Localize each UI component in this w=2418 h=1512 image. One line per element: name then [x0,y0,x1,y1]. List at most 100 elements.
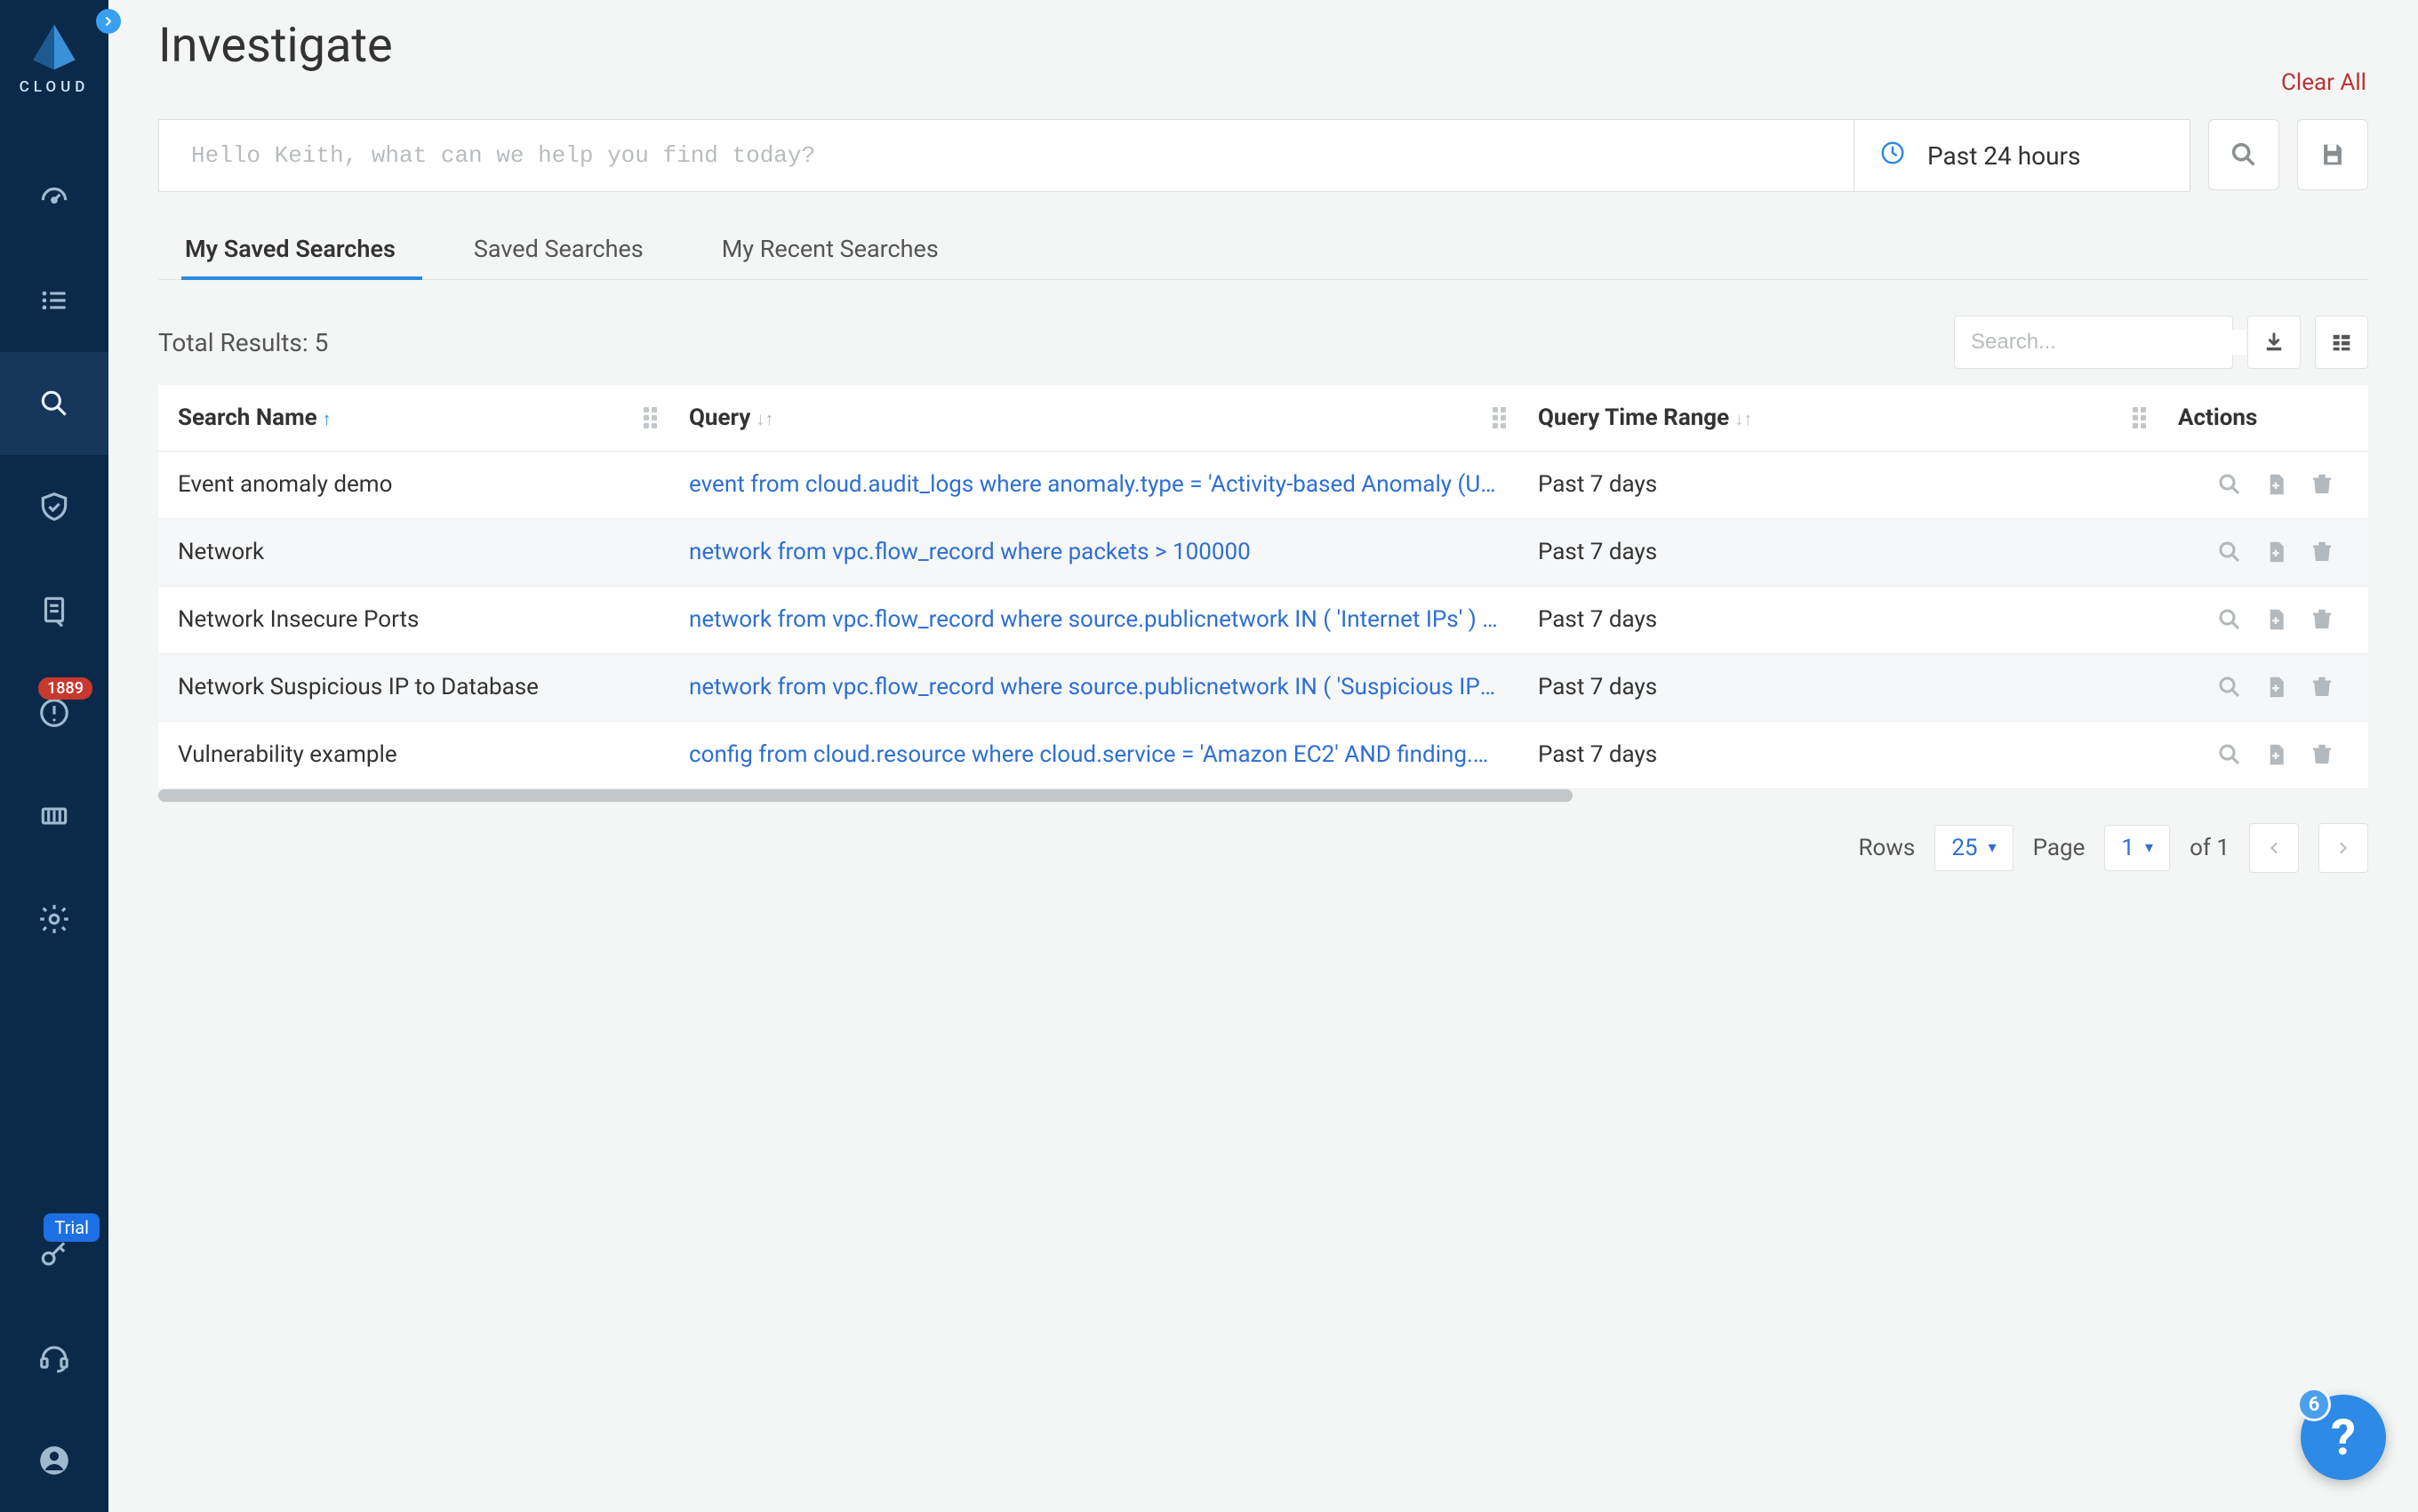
sidebar: CLOUD 1889 [0,0,108,1512]
nav-trial[interactable]: Trial [0,1203,108,1306]
row-action-delete[interactable] [2302,735,2342,774]
alerts-count-badge: 1889 [38,677,92,700]
table-row: Network Suspicious IP to Databasenetwork… [158,653,2368,721]
tabs: My Saved Searches Saved Searches My Rece… [158,219,2368,280]
prev-page-button[interactable] [2249,823,2299,873]
cell-query[interactable]: network from vpc.flow_record where sourc… [669,653,1518,721]
tab-my-recent-searches[interactable]: My Recent Searches [722,219,939,279]
row-action-view[interactable] [2210,735,2249,774]
cell-time-range: Past 7 days [1518,653,2158,721]
cell-query[interactable]: network from vpc.flow_record where sourc… [669,586,1518,653]
horizontal-scrollbar[interactable] [158,789,1573,802]
table-search-input[interactable] [1971,330,2246,355]
time-range-label: Past 24 hours [1927,141,2080,171]
row-action-view[interactable] [2210,465,2249,504]
rows-per-page-select[interactable]: 25▾ [1934,825,2013,871]
cell-search-name: Network Insecure Ports [158,586,669,653]
columns-button[interactable] [2315,316,2368,369]
nav-support[interactable] [0,1306,108,1409]
nav-policies[interactable] [0,558,108,661]
col-header-search-name[interactable]: Search Name↑ [158,385,669,451]
help-badge: 6 [2297,1388,2331,1421]
help-fab[interactable]: 6 ? [2301,1395,2386,1480]
page-select[interactable]: 1▾ [2104,825,2170,871]
table-row: Event anomaly demoevent from cloud.audit… [158,451,2368,518]
row-action-delete[interactable] [2302,600,2342,639]
next-page-button[interactable] [2318,823,2368,873]
document-icon [37,593,71,627]
page-label: Page [2033,835,2086,861]
brand-logo[interactable]: CLOUD [20,21,90,96]
columns-icon [2329,330,2354,355]
cell-query[interactable]: event from cloud.audit_logs where anomal… [669,451,1518,518]
nav-alerts[interactable]: 1889 [0,661,108,764]
container-icon [37,799,71,833]
search-icon [37,387,71,420]
gear-icon [37,902,71,936]
nav-dashboard[interactable] [0,146,108,249]
nav-settings[interactable] [0,868,108,971]
nav-investigate[interactable] [0,352,108,455]
chevron-left-icon [2265,839,2283,857]
chevron-right-icon [2334,839,2352,857]
chevron-down-icon: ▾ [2145,838,2153,857]
cell-search-name: Network Suspicious IP to Database [158,653,669,721]
cell-search-name: Vulnerability example [158,721,669,788]
table-search [1954,316,2233,369]
sort-icon: ↓↑ [756,408,773,429]
nav-compliance[interactable] [0,455,108,558]
row-action-view[interactable] [2210,668,2249,707]
main-content: Investigate Clear All Past 24 hours [108,0,2418,1512]
tab-my-saved-searches[interactable]: My Saved Searches [185,219,396,279]
nav-account[interactable] [0,1409,108,1512]
row-action-add[interactable] [2256,465,2295,504]
key-icon [37,1237,71,1271]
search-icon [2229,140,2259,170]
row-action-view[interactable] [2210,532,2249,572]
table-row: Network Insecure Portsnetwork from vpc.f… [158,586,2368,653]
row-action-add[interactable] [2256,532,2295,572]
run-search-button[interactable] [2208,119,2279,190]
row-action-delete[interactable] [2302,532,2342,572]
column-drag-handle[interactable] [2133,407,2146,428]
cell-query[interactable]: network from vpc.flow_record where packe… [669,518,1518,586]
sort-asc-icon: ↑ [323,408,332,429]
page-title: Investigate [158,18,393,74]
download-button[interactable] [2247,316,2301,369]
col-header-actions: Actions [2158,385,2368,451]
cell-time-range: Past 7 days [1518,721,2158,788]
cell-time-range: Past 7 days [1518,518,2158,586]
query-bar: Past 24 hours [158,119,2190,192]
total-results: Total Results: 5 [158,328,328,357]
brand-name: CLOUD [20,78,90,96]
column-drag-handle[interactable] [644,407,657,428]
time-range-selector[interactable]: Past 24 hours [1854,120,2190,191]
gauge-icon [37,180,71,214]
row-action-delete[interactable] [2302,465,2342,504]
saved-searches-table: Search Name↑ Query↓↑ Query Time Range↓↑ … [158,385,2368,789]
tab-saved-searches[interactable]: Saved Searches [474,219,644,279]
save-search-button[interactable] [2297,119,2368,190]
row-action-delete[interactable] [2302,668,2342,707]
trial-badge: Trial [44,1213,100,1242]
column-drag-handle[interactable] [1493,407,1506,428]
logo-icon [28,21,80,73]
query-input[interactable] [159,120,1854,191]
cell-query[interactable]: config from cloud.resource where cloud.s… [669,721,1518,788]
col-header-query[interactable]: Query↓↑ [669,385,1518,451]
save-icon [2318,140,2348,170]
clear-all-link[interactable]: Clear All [2281,69,2366,96]
nav-list[interactable] [0,249,108,352]
row-action-add[interactable] [2256,600,2295,639]
nav-inventory[interactable] [0,764,108,868]
col-header-time-range[interactable]: Query Time Range↓↑ [1518,385,2158,451]
row-action-view[interactable] [2210,600,2249,639]
table-row: Networknetwork from vpc.flow_record wher… [158,518,2368,586]
cell-search-name: Network [158,518,669,586]
rows-label: Rows [1859,835,1916,861]
row-action-add[interactable] [2256,735,2295,774]
cell-search-name: Event anomaly demo [158,451,669,518]
download-icon [2262,330,2286,355]
of-pages-label: of 1 [2190,835,2230,861]
row-action-add[interactable] [2256,668,2295,707]
